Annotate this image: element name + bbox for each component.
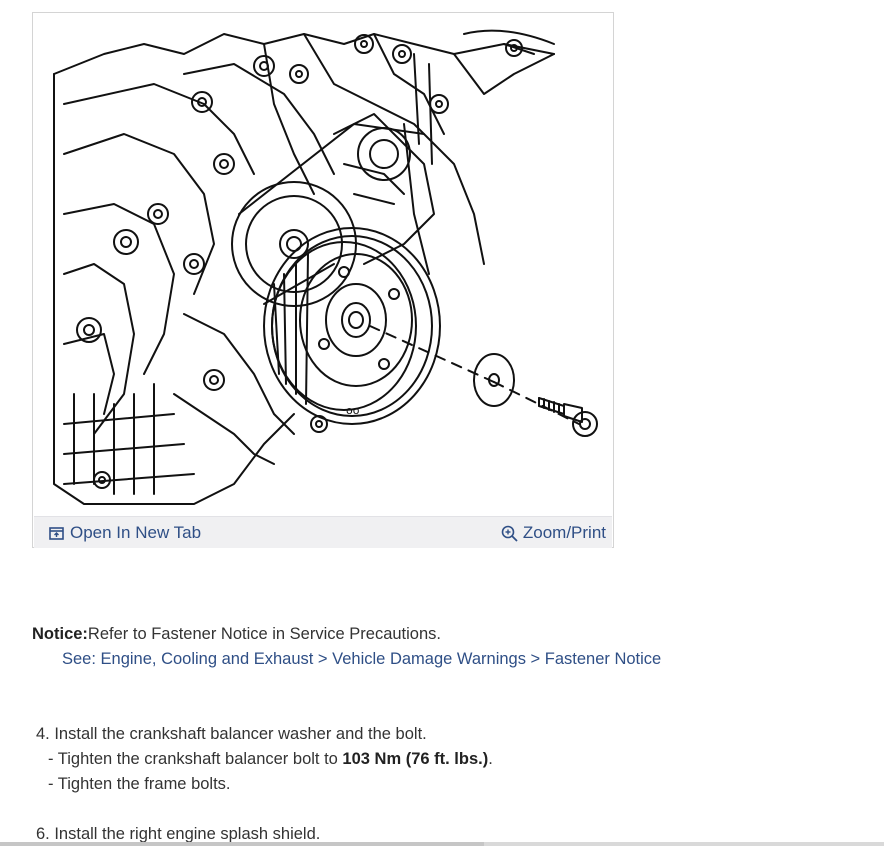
figure-toolbar: Open In New Tab Zoom/Print (34, 516, 612, 548)
substep-punctuation: . (488, 750, 493, 768)
horizontal-scrollbar[interactable] (0, 842, 884, 846)
scrollbar-thumb[interactable] (0, 842, 484, 846)
substep-tighten-frame-bolts: - Tighten the frame bolts. (48, 775, 231, 793)
engine-diagram-image[interactable]: oo (34, 14, 612, 516)
figure-card: oo Open In New Tab Zoom/Print (32, 12, 614, 548)
notice-text: Refer to Fastener Notice in Service Prec… (87, 625, 441, 643)
open-in-new-tab-label: Open In New Tab (70, 523, 202, 542)
open-in-new-tab-icon (48, 525, 65, 542)
fastener-notice: Notice:Refer to Fastener Notice in Servi… (32, 625, 441, 644)
notice-label: Notice: (32, 625, 88, 643)
zoom-in-icon (501, 525, 518, 542)
crankshaft-balancer-illustration: oo (53, 29, 598, 505)
open-in-new-tab-button[interactable]: Open In New Tab (48, 523, 201, 543)
zoom-print-label: Zoom/Print (522, 523, 606, 542)
substep-tighten-balancer-bolt: - Tighten the crankshaft balancer bolt t… (48, 750, 493, 769)
torque-spec: 103 Nm (76 ft. lbs.) (342, 750, 489, 768)
substep-text: - Tighten the crankshaft balancer bolt t… (48, 750, 343, 768)
zoom-print-button[interactable]: Zoom/Print (501, 523, 606, 543)
see-fastener-notice-link[interactable]: See: Engine, Cooling and Exhaust > Vehic… (62, 650, 661, 669)
step-4: 4. Install the crankshaft balancer washe… (36, 725, 427, 743)
svg-text:oo: oo (346, 404, 360, 417)
